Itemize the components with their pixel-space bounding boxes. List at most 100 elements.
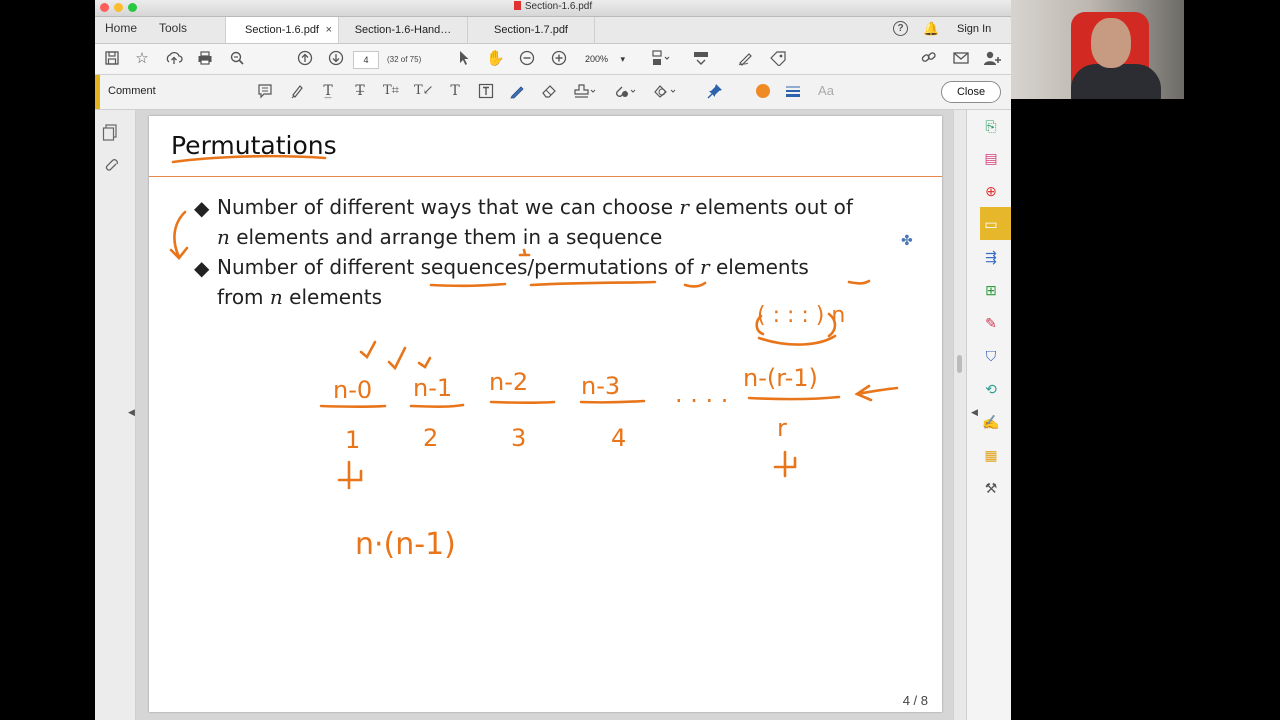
zoom-in-icon[interactable] — [550, 50, 568, 71]
four-symbol-right — [773, 450, 797, 478]
four-symbol-left — [337, 460, 363, 490]
sign-in-link[interactable]: Sign In — [957, 23, 991, 35]
tab-label: Section-1.7.pdf — [494, 24, 568, 36]
expand-left-panel-icon[interactable]: ◀ — [128, 407, 135, 418]
scrollbar-thumb[interactable] — [957, 355, 962, 373]
search-icon[interactable] — [228, 50, 246, 71]
comment-toolbar: Comment T̲ T̶ T⌗ T↙ T Aa Close — [95, 75, 1011, 110]
scroll-mode-icon[interactable] — [692, 50, 710, 71]
highlight-pen-icon[interactable] — [288, 83, 306, 102]
tab-label: Section-1.6-Hand… — [354, 24, 452, 36]
save-icon[interactable] — [103, 50, 121, 71]
combine-files-icon[interactable]: ⇶ — [981, 247, 1001, 267]
zoom-level-select[interactable]: 200% ▾ — [585, 52, 635, 66]
underline-text-icon[interactable]: T̲ — [319, 83, 337, 99]
equals-mark — [518, 248, 531, 257]
zoom-out-icon[interactable] — [518, 50, 536, 71]
webcam-person-body — [1071, 64, 1161, 99]
underline-permutations — [529, 280, 657, 287]
upload-cloud-icon[interactable] — [165, 50, 183, 71]
replace-text-icon[interactable]: T⌗ — [382, 83, 400, 99]
pin-icon[interactable] — [706, 83, 724, 102]
help-icon[interactable]: ? — [893, 21, 908, 36]
eraser-icon[interactable] — [540, 83, 558, 102]
main-toolbar: ☆ 4 (32 of 75) ✋ 200% ▾ — [95, 44, 1011, 75]
previous-page-icon[interactable] — [296, 50, 314, 71]
close-comment-button[interactable]: Close — [941, 81, 1001, 103]
add-user-icon[interactable] — [983, 50, 1001, 71]
sticky-note-icon[interactable] — [256, 83, 274, 102]
position-label-2: 2 — [423, 424, 438, 452]
check-marks — [359, 340, 407, 371]
email-icon[interactable] — [952, 50, 970, 71]
title-underline-stroke — [171, 154, 327, 164]
slot-label-2: n-1 — [413, 374, 452, 402]
draw-pencil-icon[interactable] — [508, 83, 526, 102]
document-viewer[interactable]: Permutations ◆ Number of different ways … — [136, 110, 953, 720]
add-text-icon[interactable]: T — [446, 83, 464, 99]
tab-section-1-6-handout[interactable]: Section-1.6-Hand… — [338, 17, 467, 43]
window-title: Section-1.6.pdf — [95, 1, 1011, 12]
tab-section-1-7[interactable]: Section-1.7.pdf — [467, 17, 595, 43]
slot-4-line — [579, 399, 646, 404]
fill-sign-icon[interactable]: ✎ — [981, 313, 1001, 333]
comment-accent-bar — [95, 75, 100, 109]
attachments-icon[interactable] — [101, 156, 119, 174]
text-properties-button[interactable]: Aa — [814, 83, 838, 99]
create-pdf-icon[interactable]: ⊕ — [981, 181, 1001, 201]
export-pdf-icon[interactable]: ⎘ — [981, 116, 1001, 136]
slot-3-line — [489, 400, 556, 405]
strikethrough-text-icon[interactable]: T̶ — [351, 83, 369, 99]
tab-label: Section-1.6.pdf — [245, 24, 319, 36]
pdf-file-icon — [513, 1, 521, 10]
nav-home[interactable]: Home — [105, 21, 137, 35]
color-picker-swatch[interactable] — [756, 84, 770, 98]
page-count: (32 of 75) — [387, 55, 422, 64]
text-box-icon[interactable] — [477, 83, 495, 102]
handwritten-annotations: n-0 n-1 n-2 n-3 n-(r-1) 1 2 3 4 r . . . … — [169, 154, 899, 562]
edit-pdf-icon[interactable]: ⊞ — [981, 280, 1001, 300]
nav-tools[interactable]: Tools — [159, 21, 187, 35]
page-number-input[interactable]: 4 — [353, 51, 379, 69]
organize-pages-icon[interactable]: ▤ — [981, 148, 1001, 168]
attach-file-icon[interactable] — [612, 83, 638, 102]
product-expression: n·(n-1) — [355, 527, 456, 562]
comment-tool-icon[interactable]: ▭ — [981, 214, 1001, 234]
slot-r-line — [747, 395, 841, 401]
shapes-icon[interactable] — [652, 83, 678, 102]
stamp-document-icon[interactable]: ▦ — [981, 445, 1001, 465]
more-tools-wrench-icon[interactable]: ⚒ — [981, 478, 1001, 498]
next-page-icon[interactable] — [327, 50, 345, 71]
stamp-icon[interactable] — [572, 83, 598, 102]
left-arrow-stroke — [169, 210, 189, 260]
tag-send-icon[interactable] — [769, 50, 787, 71]
pdf-page: Permutations ◆ Number of different ways … — [149, 116, 942, 712]
title-bar: Section-1.6.pdf — [95, 0, 1011, 17]
page-thumbnails-icon[interactable] — [101, 124, 119, 142]
link-icon[interactable] — [920, 50, 938, 71]
webcam-overlay — [1011, 0, 1184, 99]
ellipsis-dots: . . . . — [675, 380, 728, 408]
signature-icon[interactable]: ✍ — [981, 412, 1001, 432]
hand-tool-icon[interactable]: ✋ — [486, 50, 505, 68]
window-title-text: Section-1.6.pdf — [524, 1, 593, 12]
vertical-scrollbar[interactable] — [953, 110, 966, 720]
send-for-review-icon[interactable]: ⟲ — [981, 379, 1001, 399]
acrobat-window: Section-1.6.pdf Home Tools Section-1.6.p… — [95, 0, 1011, 720]
page-layout-icon[interactable] — [652, 50, 670, 71]
collapse-right-panel-icon[interactable]: ◀ — [971, 407, 978, 418]
close-tab-icon[interactable]: × — [326, 17, 332, 43]
slot-label-r: n-(r-1) — [743, 364, 818, 392]
bookmark-star-icon[interactable]: ☆ — [133, 50, 151, 68]
underline-r — [683, 281, 707, 288]
line-thickness-icon[interactable] — [784, 83, 802, 102]
tab-section-1-6[interactable]: Section-1.6.pdf × — [225, 17, 338, 43]
insert-text-icon[interactable]: T↙ — [414, 83, 434, 99]
slot-1-line — [319, 404, 387, 409]
right-tools-panel: ◀ ⎘ ▤ ⊕ ▭ ⇶ ⊞ ✎ ⛉ ⟲ ✍ ▦ ⚒ — [966, 110, 1011, 720]
notification-bell-icon[interactable]: 🔔 — [923, 21, 939, 37]
sign-pen-icon[interactable] — [737, 50, 755, 71]
select-arrow-icon[interactable] — [455, 50, 473, 71]
protect-shield-icon[interactable]: ⛉ — [981, 346, 1001, 366]
print-icon[interactable] — [196, 50, 214, 71]
